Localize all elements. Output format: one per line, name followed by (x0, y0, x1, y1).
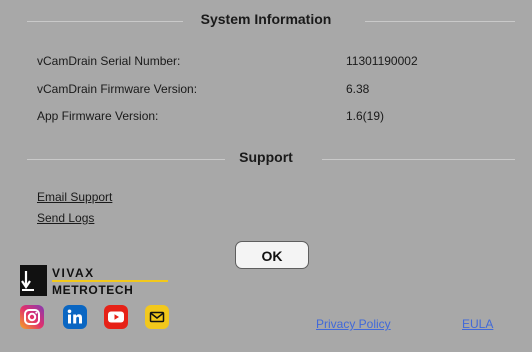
support-header: Support (0, 149, 532, 169)
camera-firmware-value: 6.38 (346, 82, 370, 96)
serial-number-label: vCamDrain Serial Number: (37, 54, 181, 68)
support-title: Support (239, 149, 293, 165)
serial-number-value: 11301190002 (346, 54, 418, 68)
brand-accent-bar (52, 280, 168, 282)
send-logs-link[interactable]: Send Logs (37, 211, 94, 225)
brand-metrotech: METROTECH (52, 283, 134, 297)
app-firmware-label: App Firmware Version: (37, 109, 159, 123)
system-info-header: System Information (0, 11, 532, 31)
divider (322, 159, 515, 160)
youtube-icon[interactable] (104, 305, 128, 329)
instagram-icon[interactable] (20, 305, 44, 329)
linkedin-icon[interactable] (63, 305, 87, 329)
eula-link[interactable]: EULA (462, 317, 493, 331)
ok-button[interactable]: OK (235, 241, 309, 269)
email-support-link[interactable]: Email Support (37, 190, 112, 204)
divider (365, 21, 515, 22)
brand-vivax: VIVAX (52, 266, 95, 280)
logo-arrow-icon (20, 265, 47, 296)
system-info-title: System Information (200, 11, 332, 27)
email-icon[interactable] (145, 305, 169, 329)
app-firmware-value: 1.6(19) (346, 109, 385, 123)
vivax-metrotech-logo: VIVAX METROTECH (20, 265, 170, 299)
camera-firmware-label: vCamDrain Firmware Version: (37, 82, 198, 96)
privacy-policy-link[interactable]: Privacy Policy (316, 317, 391, 331)
